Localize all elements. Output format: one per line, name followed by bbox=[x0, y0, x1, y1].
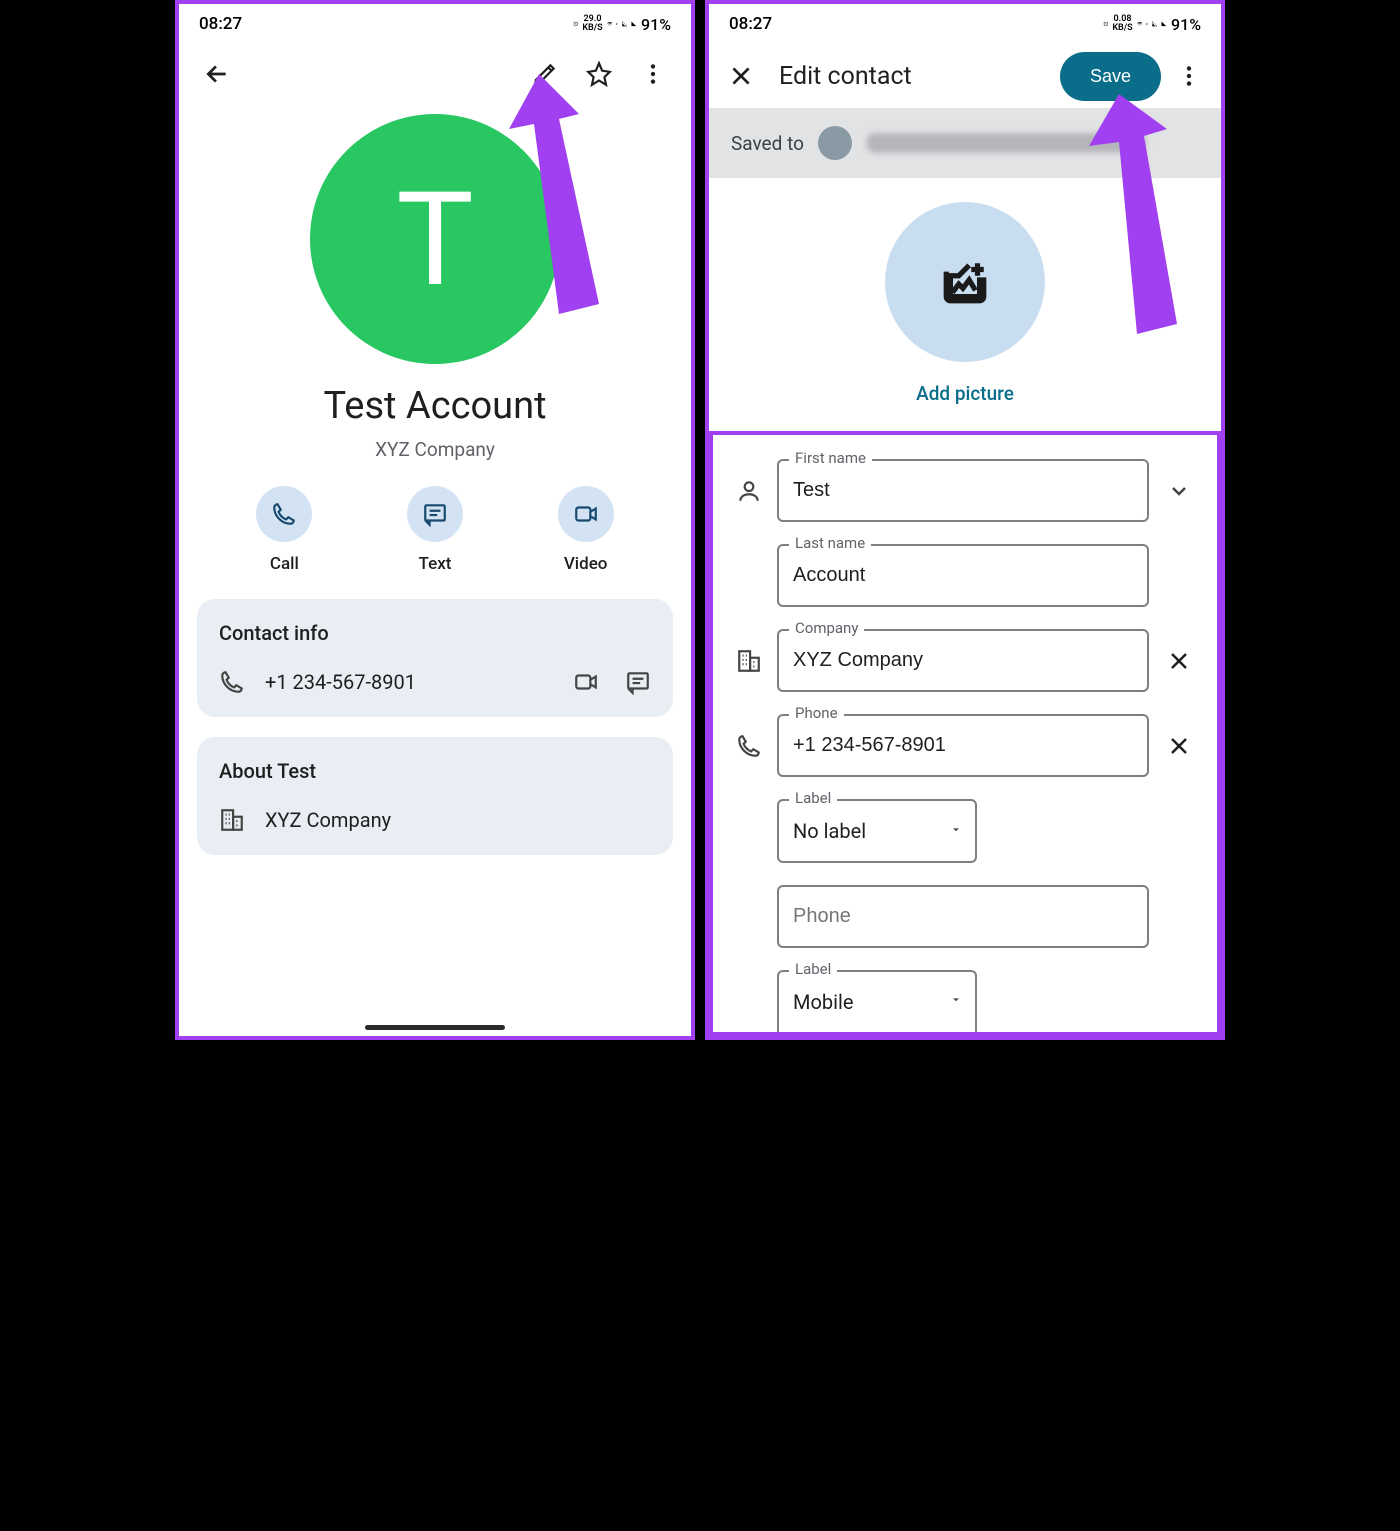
phone-label: Phone bbox=[789, 704, 844, 722]
company-label: Company bbox=[789, 619, 864, 637]
status-time: 08:27 bbox=[729, 14, 772, 34]
phone-icon bbox=[271, 501, 297, 527]
status-bar: 08:27 0.08KB/S Vo 1LTE 2 91% bbox=[709, 4, 1221, 44]
signal-icon bbox=[622, 21, 628, 27]
contact-topbar bbox=[179, 44, 691, 104]
contact-info-card: Contact info +1 234-567-8901 bbox=[197, 599, 673, 717]
first-name-label: First name bbox=[789, 449, 872, 467]
company-field[interactable] bbox=[777, 629, 1149, 692]
back-button[interactable] bbox=[193, 50, 241, 98]
wifi-icon bbox=[607, 21, 613, 27]
message-icon[interactable] bbox=[625, 669, 651, 695]
phone-row[interactable]: +1 234-567-8901 bbox=[219, 669, 651, 695]
volte-icon: Vo 1LTE 2 bbox=[616, 16, 617, 32]
saved-to-label: Saved to bbox=[731, 132, 804, 155]
more-button[interactable] bbox=[1165, 52, 1213, 100]
phone-icon bbox=[736, 733, 762, 759]
phone2-type-label: Label bbox=[789, 960, 837, 978]
edit-contact-screen: 08:27 0.08KB/S Vo 1LTE 2 91% Edit contac… bbox=[705, 0, 1225, 1040]
video-icon bbox=[573, 501, 599, 527]
more-button[interactable] bbox=[629, 50, 677, 98]
clear-phone-button[interactable] bbox=[1159, 734, 1199, 758]
contact-view-screen: 08:27 29.0KB/S Vo 1LTE 2 91% T Test Acco… bbox=[175, 0, 695, 1040]
edit-topbar: Edit contact Save bbox=[709, 44, 1221, 108]
phone-number: +1 234-567-8901 bbox=[265, 670, 553, 694]
status-time: 08:27 bbox=[199, 14, 242, 34]
contact-info-title: Contact info bbox=[219, 621, 651, 645]
add-picture-label[interactable]: Add picture bbox=[916, 382, 1014, 405]
phone-type-select[interactable]: No label bbox=[777, 799, 977, 863]
add-picture-button[interactable] bbox=[885, 202, 1045, 362]
video-icon[interactable] bbox=[573, 669, 599, 695]
favorite-button[interactable] bbox=[575, 50, 623, 98]
last-name-field[interactable] bbox=[777, 544, 1149, 607]
contact-avatar: T bbox=[310, 114, 560, 364]
phone-icon bbox=[219, 669, 245, 695]
alarm-icon bbox=[1103, 21, 1109, 27]
message-icon bbox=[422, 501, 448, 527]
signal-icon-2 bbox=[631, 21, 637, 27]
first-name-field[interactable] bbox=[777, 459, 1149, 522]
volte-icon: Vo 1LTE 2 bbox=[1146, 16, 1147, 32]
net-speed: 29.0KB/S bbox=[582, 15, 602, 33]
wifi-icon bbox=[1137, 21, 1143, 27]
signal-icon-2 bbox=[1161, 21, 1167, 27]
phone2-type-select[interactable]: Mobile bbox=[777, 970, 977, 1032]
edit-button[interactable] bbox=[521, 50, 569, 98]
phone-type-label: Label bbox=[789, 789, 837, 807]
net-speed: 0.08KB/S bbox=[1112, 15, 1132, 33]
battery-percent: 91% bbox=[1171, 15, 1201, 34]
page-title: Edit contact bbox=[779, 62, 1056, 91]
building-icon bbox=[736, 648, 762, 674]
form-area: First name Last name Company Pho bbox=[709, 431, 1221, 1036]
about-title: About Test bbox=[219, 759, 651, 783]
person-icon bbox=[736, 478, 762, 504]
image-plus-icon bbox=[940, 257, 990, 307]
close-button[interactable] bbox=[717, 52, 765, 100]
text-label: Text bbox=[419, 554, 452, 574]
call-label: Call bbox=[270, 554, 299, 574]
status-bar: 08:27 29.0KB/S Vo 1LTE 2 91% bbox=[179, 4, 691, 44]
video-action[interactable]: Video bbox=[558, 486, 614, 574]
company-row[interactable]: XYZ Company bbox=[219, 807, 651, 833]
about-card: About Test XYZ Company bbox=[197, 737, 673, 855]
expand-name-button[interactable] bbox=[1159, 479, 1199, 503]
about-company: XYZ Company bbox=[265, 808, 651, 832]
save-button[interactable]: Save bbox=[1060, 52, 1161, 101]
last-name-label: Last name bbox=[789, 534, 871, 552]
account-email-redacted bbox=[866, 133, 1146, 153]
chevron-down-icon bbox=[949, 993, 963, 1007]
signal-icon bbox=[1152, 21, 1158, 27]
account-avatar bbox=[818, 126, 852, 160]
building-icon bbox=[219, 807, 245, 833]
phone-field[interactable] bbox=[777, 714, 1149, 777]
text-action[interactable]: Text bbox=[407, 486, 463, 574]
video-label: Video bbox=[564, 554, 608, 574]
call-action[interactable]: Call bbox=[256, 486, 312, 574]
add-picture-area: Add picture bbox=[709, 178, 1221, 423]
home-indicator[interactable] bbox=[365, 1025, 505, 1030]
alarm-icon bbox=[573, 21, 579, 27]
saved-to-bar[interactable]: Saved to bbox=[709, 108, 1221, 178]
chevron-down-icon bbox=[949, 823, 963, 837]
contact-name: Test Account bbox=[179, 384, 691, 428]
clear-company-button[interactable] bbox=[1159, 649, 1199, 673]
battery-percent: 91% bbox=[641, 15, 671, 34]
actions-row: Call Text Video bbox=[179, 461, 691, 599]
contact-company: XYZ Company bbox=[179, 438, 691, 461]
phone2-field[interactable] bbox=[777, 885, 1149, 948]
